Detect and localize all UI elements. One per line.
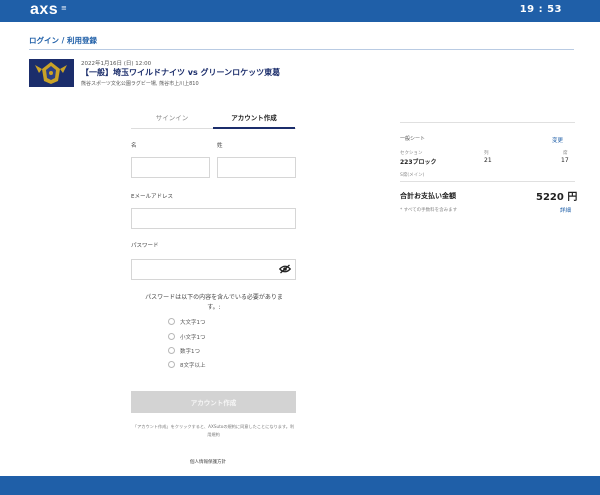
event-venue: 熊谷スポーツ文化公園ラグビー場, 熊谷市上川上810 bbox=[81, 81, 199, 87]
requirement-circle-icon bbox=[168, 333, 175, 340]
axs-logo: axs bbox=[30, 1, 59, 18]
summary-top-divider bbox=[400, 122, 575, 123]
change-link[interactable]: 変更 bbox=[552, 136, 563, 144]
create-account-button[interactable]: アカウント作成 bbox=[131, 391, 296, 413]
event-thumbnail bbox=[29, 59, 74, 87]
privacy-policy-link[interactable]: 個人情報保護方針 bbox=[190, 459, 226, 465]
heading-divider bbox=[29, 49, 574, 50]
total-label: 合計お支払い金額 bbox=[400, 192, 456, 200]
event-date: 2022年1月16日 (日) 12:00 bbox=[81, 61, 152, 67]
seat-value: 17 bbox=[561, 157, 569, 164]
event-title: 【一般】埼玉ワイルドナイツ vs グリーンロケッツ東葛 bbox=[81, 68, 281, 77]
email-input[interactable] bbox=[131, 208, 296, 229]
password-label: パスワード bbox=[131, 243, 159, 249]
ticket-type: 一般シート bbox=[400, 136, 426, 142]
seat-label: 席 bbox=[563, 151, 568, 156]
auth-tabs: サインイン アカウント作成 bbox=[131, 112, 296, 129]
first-name-input[interactable] bbox=[131, 157, 210, 178]
section-value: 223ブロック bbox=[400, 159, 437, 166]
tab-signin[interactable]: サインイン bbox=[131, 112, 213, 129]
last-name-label: 姓 bbox=[217, 143, 223, 149]
requirement-circle-icon bbox=[168, 347, 175, 354]
last-name-input[interactable] bbox=[217, 157, 296, 178]
details-link[interactable]: 詳細 bbox=[560, 206, 571, 214]
toggle-password-visibility-icon[interactable] bbox=[279, 264, 291, 274]
team-logo-icon bbox=[29, 59, 74, 87]
tab-create-account[interactable]: アカウント作成 bbox=[213, 112, 295, 129]
total-amount: 5220 円 bbox=[536, 192, 578, 203]
terms-text: 「アカウント作成」をクリックすると、AXSutoの規約に同意したことになります。… bbox=[132, 424, 295, 437]
first-name-label: 名 bbox=[131, 143, 137, 149]
section-label: セクション bbox=[400, 151, 423, 156]
row-label: 列 bbox=[484, 151, 489, 156]
fee-note: * すべての手数料を含みます bbox=[400, 208, 458, 213]
footer-bar bbox=[0, 476, 600, 495]
top-bar: axs ≡ 19 : 53 bbox=[0, 0, 600, 22]
seat-type-note: S席(メイン) bbox=[400, 173, 425, 178]
password-requirements-note: パスワードは以下の内容を含んでいる必要があります。: bbox=[145, 294, 283, 311]
menu-icon: ≡ bbox=[61, 4, 67, 12]
email-label: Eメールアドレス bbox=[131, 194, 173, 200]
countdown-timer: 19 : 53 bbox=[519, 4, 562, 15]
page-title: ログイン / 利用登録 bbox=[29, 36, 97, 45]
requirement-circle-icon bbox=[168, 318, 175, 325]
password-input[interactable] bbox=[131, 259, 296, 280]
row-value: 21 bbox=[484, 157, 492, 164]
requirement-circle-icon bbox=[168, 361, 175, 368]
summary-middle-divider bbox=[400, 181, 575, 182]
